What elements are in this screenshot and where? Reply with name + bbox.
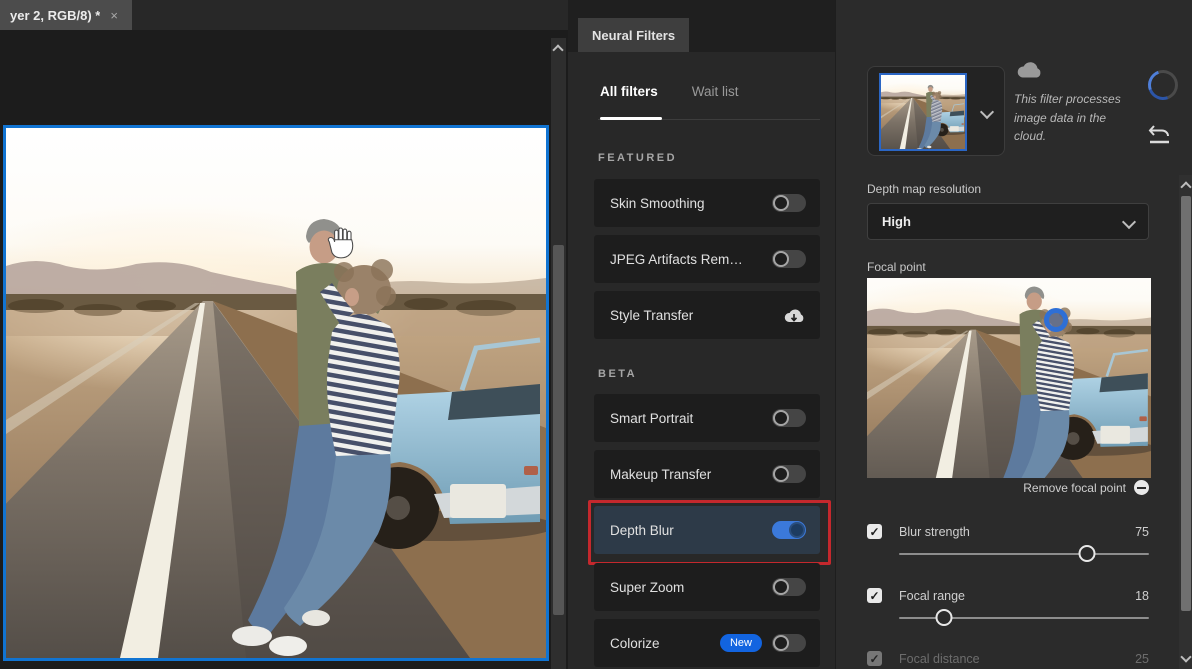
cloud-processing-note: This filter processes image data in the … (1014, 90, 1134, 146)
settings-scrollbar-thumb[interactable] (1181, 196, 1191, 611)
param-label: Blur strength (899, 525, 1135, 539)
focal-point-marker[interactable] (1044, 308, 1068, 332)
filter-label: Skin Smoothing (610, 196, 705, 211)
canvas-scrollbar[interactable] (551, 38, 566, 669)
processing-spinner-icon (1143, 65, 1183, 105)
blur-strength-checkbox[interactable]: ✓ (867, 524, 882, 539)
filter-label: Super Zoom (610, 580, 684, 595)
scroll-down-icon[interactable] (1180, 651, 1191, 662)
cloud-download-icon (782, 306, 806, 324)
settings-scrollbar[interactable] (1179, 175, 1192, 669)
param-label: Focal distance (899, 652, 1135, 666)
filter-row-depth-blur[interactable]: Depth Blur (594, 506, 820, 554)
canvas-scrollbar-thumb[interactable] (553, 245, 564, 615)
toggle-knob (773, 195, 789, 211)
filter-row-makeup-transfer[interactable]: Makeup Transfer (594, 450, 820, 498)
focal-point-label: Focal point (867, 260, 926, 274)
chevron-down-icon (1122, 214, 1136, 228)
neural-filters-title: Neural Filters (592, 28, 675, 43)
super-zoom-toggle[interactable] (772, 578, 806, 596)
depth-blur-settings-panel: This filter processes image data in the … (835, 0, 1192, 669)
depth-blur-toggle[interactable] (772, 521, 806, 539)
remove-focal-point-label[interactable]: Remove focal point (1023, 481, 1126, 495)
section-beta: BETA (598, 368, 637, 380)
toggle-knob (773, 579, 789, 595)
colorize-toggle[interactable] (772, 634, 806, 652)
slider-knob[interactable] (936, 609, 953, 626)
jpeg-artifacts-toggle[interactable] (772, 250, 806, 268)
param-value: 75 (1135, 525, 1149, 539)
toggle-knob (773, 251, 789, 267)
focal-range-slider[interactable] (899, 617, 1149, 619)
new-badge: New (720, 634, 762, 652)
cloud-icon (1014, 58, 1044, 80)
param-focal-distance: ✓ Focal distance 25 (867, 651, 1149, 666)
filter-label: Depth Blur (610, 523, 674, 538)
document-title: yer 2, RGB/8) * (10, 8, 100, 23)
filter-row-style-transfer[interactable]: Style Transfer (594, 291, 820, 339)
active-tab-underline (600, 117, 662, 120)
filter-preview-box[interactable] (867, 66, 1005, 156)
focal-point-preview[interactable] (867, 278, 1151, 478)
filter-label: JPEG Artifacts Rem… (610, 252, 743, 267)
toggle-knob (773, 410, 789, 426)
photoshop-window: yer 2, RGB/8) * × Neural Filters All fil… (0, 0, 1192, 669)
toggle-knob (789, 522, 805, 538)
scroll-up-icon[interactable] (552, 44, 563, 55)
filter-label: Smart Portrait (610, 411, 693, 426)
filter-preview-thumbnail (879, 73, 967, 151)
document-tab[interactable]: yer 2, RGB/8) * × (0, 0, 132, 30)
minus-icon[interactable] (1134, 480, 1149, 495)
focal-distance-checkbox[interactable]: ✓ (867, 651, 882, 666)
scroll-up-icon[interactable] (1180, 181, 1191, 192)
filter-row-jpeg-artifacts[interactable]: JPEG Artifacts Rem… (594, 235, 820, 283)
chevron-down-icon[interactable] (980, 105, 994, 119)
dropdown-value: High (882, 214, 911, 229)
document-tab-bar: yer 2, RGB/8) * × (0, 0, 568, 30)
tab-all-filters[interactable]: All filters (600, 84, 658, 99)
param-value: 18 (1135, 589, 1149, 603)
filter-row-skin-smoothing[interactable]: Skin Smoothing (594, 179, 820, 227)
filter-row-smart-portrait[interactable]: Smart Portrait (594, 394, 820, 442)
neural-filters-panel: Neural Filters All filters Wait list FEA… (568, 0, 835, 669)
filter-label: Style Transfer (610, 308, 693, 323)
param-focal-range: ✓ Focal range 18 (867, 588, 1149, 619)
param-label: Focal range (899, 589, 1135, 603)
close-icon[interactable]: × (110, 8, 118, 23)
filter-label: Colorize (610, 636, 660, 651)
reset-icon[interactable] (1148, 124, 1172, 146)
canvas-area[interactable] (0, 30, 568, 669)
smart-portrait-toggle[interactable] (772, 409, 806, 427)
tab-wait-list[interactable]: Wait list (692, 84, 739, 99)
depth-map-resolution-dropdown[interactable]: High (867, 203, 1149, 240)
focal-range-checkbox[interactable]: ✓ (867, 588, 882, 603)
depth-map-resolution-label: Depth map resolution (867, 182, 981, 196)
filter-row-colorize[interactable]: Colorize New (594, 619, 820, 667)
filter-label: Makeup Transfer (610, 467, 711, 482)
param-blur-strength: ✓ Blur strength 75 (867, 524, 1149, 555)
param-value: 25 (1135, 652, 1149, 666)
section-featured: FEATURED (598, 152, 677, 164)
filter-row-super-zoom[interactable]: Super Zoom (594, 563, 820, 611)
toggle-knob (773, 466, 789, 482)
focal-hand-cursor-icon (325, 226, 357, 262)
skin-smoothing-toggle[interactable] (772, 194, 806, 212)
slider-knob[interactable] (1078, 545, 1095, 562)
neural-filters-tab[interactable]: Neural Filters (578, 18, 689, 52)
blur-strength-slider[interactable] (899, 553, 1149, 555)
document-image[interactable] (3, 125, 549, 661)
makeup-transfer-toggle[interactable] (772, 465, 806, 483)
toggle-knob (773, 635, 789, 651)
